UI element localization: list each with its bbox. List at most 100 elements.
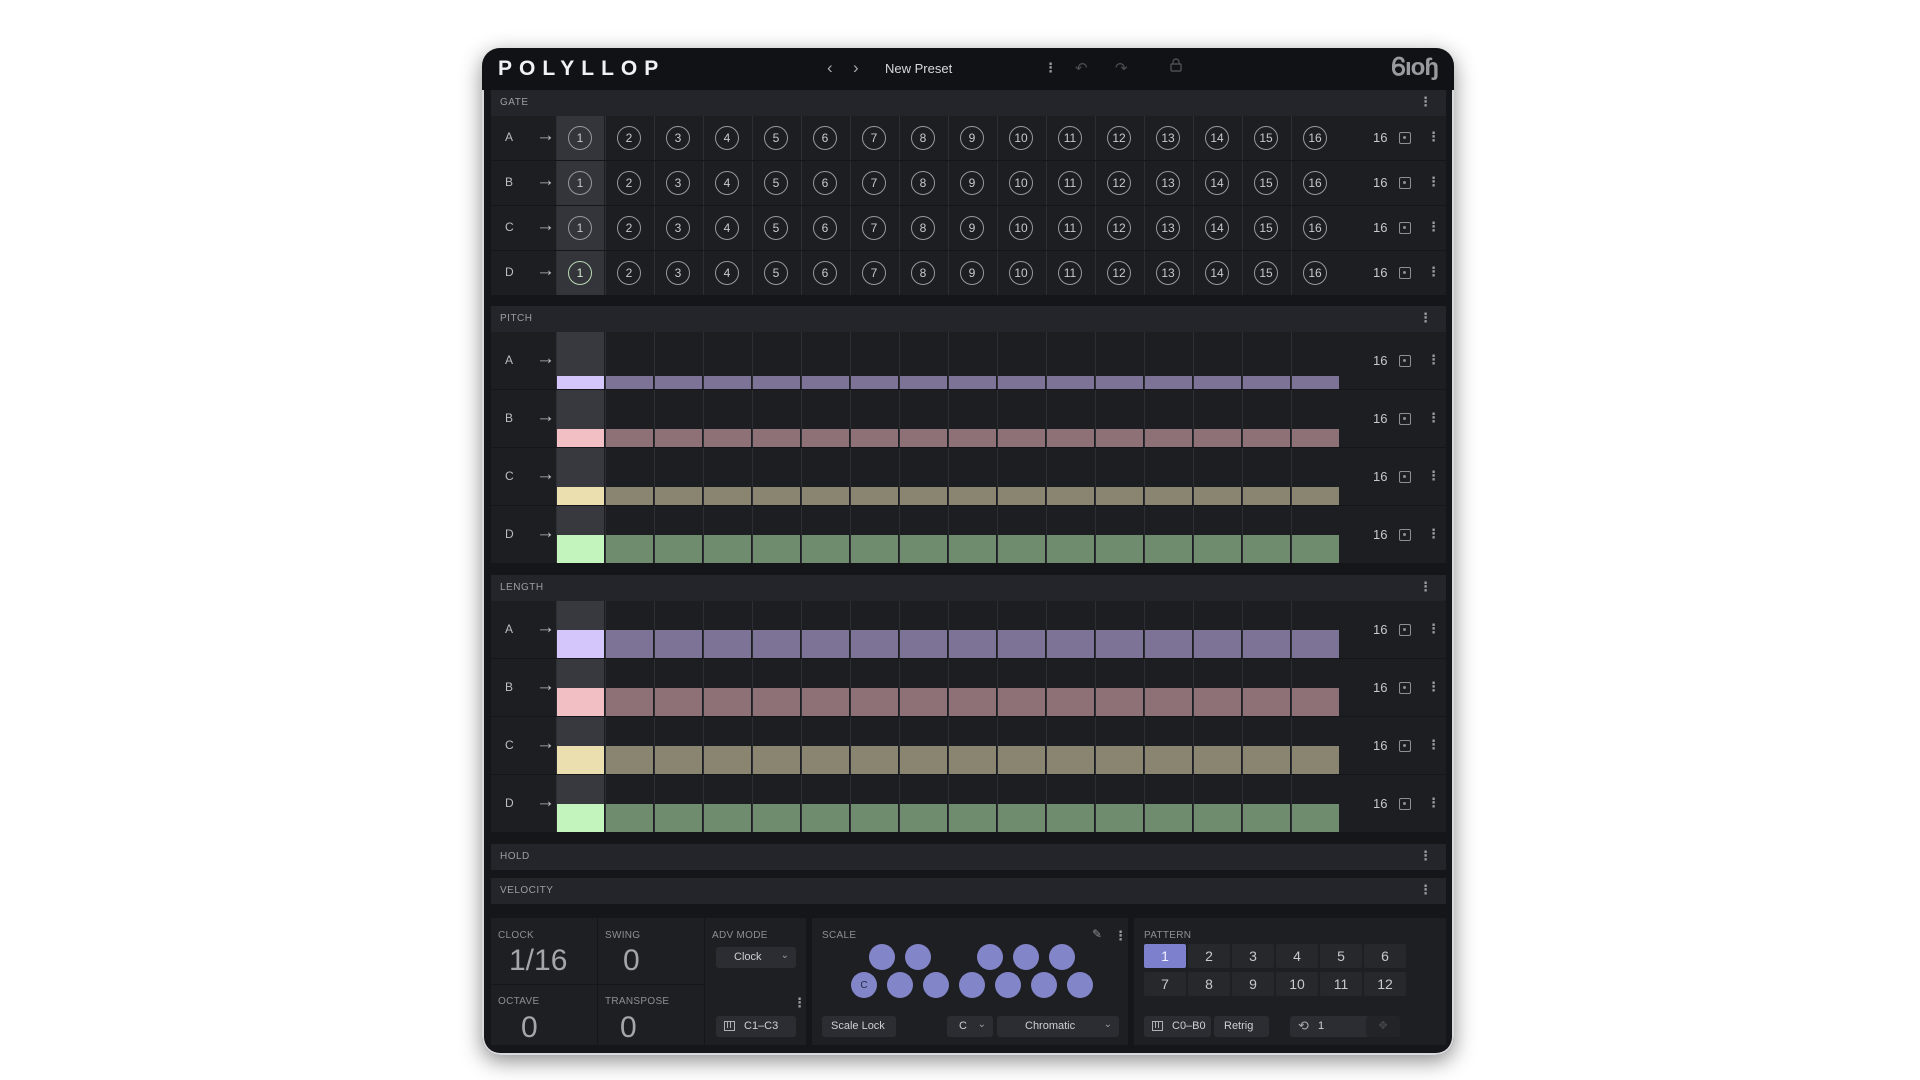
gate-step-button[interactable]: 3 <box>666 171 690 195</box>
transpose-value[interactable]: 0 <box>620 1011 637 1045</box>
pitch-step-cell[interactable] <box>1046 506 1094 563</box>
gate-step-cell[interactable]: 7 <box>850 206 898 250</box>
pitch-step-cell[interactable] <box>752 448 800 505</box>
gate-step-button[interactable]: 16 <box>1303 216 1327 240</box>
gate-step-cell[interactable]: 13 <box>1144 161 1192 205</box>
pitch-step-bar[interactable] <box>851 429 898 447</box>
length-step-bar[interactable] <box>753 630 800 658</box>
gate-step-button[interactable]: 5 <box>764 171 788 195</box>
length-step-cell[interactable] <box>556 775 604 832</box>
gate-step-cell[interactable]: 5 <box>752 161 800 205</box>
pitch-step-bar[interactable] <box>1096 535 1143 563</box>
gate-step-cell[interactable]: 12 <box>1095 206 1143 250</box>
pitch-step-cell[interactable] <box>899 506 947 563</box>
length-section-menu-icon[interactable]: ⋮ <box>1419 579 1432 595</box>
length-step-cell[interactable] <box>997 775 1045 832</box>
length-step-cell[interactable] <box>703 775 751 832</box>
gate-step-cell[interactable]: 3 <box>654 206 702 250</box>
gate-step-button[interactable]: 6 <box>813 261 837 285</box>
gate-step-cell[interactable]: 4 <box>703 251 751 295</box>
gate-step-cell[interactable]: 2 <box>605 116 653 160</box>
length-step-bar[interactable] <box>606 804 653 832</box>
length-row-menu-icon[interactable]: ⋮ <box>1427 795 1440 811</box>
pitch-step-bar[interactable] <box>1047 487 1094 505</box>
length-step-cell[interactable] <box>948 659 996 716</box>
pitch-step-bar[interactable] <box>753 429 800 447</box>
gate-step-cell[interactable]: 6 <box>801 161 849 205</box>
length-step-bar[interactable] <box>900 688 947 716</box>
scale-note-a-sharp[interactable] <box>1049 944 1075 970</box>
gate-step-button[interactable]: 2 <box>617 171 641 195</box>
pitch-step-bar[interactable] <box>1243 429 1290 447</box>
length-step-bar[interactable] <box>900 804 947 832</box>
gate-step-cell[interactable]: 1 <box>556 206 604 250</box>
pitch-step-cell[interactable] <box>752 332 800 389</box>
length-step-cell[interactable] <box>1291 775 1339 832</box>
gate-step-cell[interactable]: 2 <box>605 206 653 250</box>
pattern-button[interactable]: 12 <box>1364 972 1406 996</box>
gate-step-button[interactable]: 5 <box>764 126 788 150</box>
gate-step-cell[interactable]: 7 <box>850 116 898 160</box>
length-step-cell[interactable] <box>1144 601 1192 658</box>
direction-arrow-icon[interactable]: → <box>536 675 555 697</box>
length-step-bar[interactable] <box>1194 746 1241 774</box>
pattern-button[interactable]: 9 <box>1232 972 1274 996</box>
randomize-dice-icon[interactable] <box>1399 470 1411 483</box>
gate-step-button[interactable]: 8 <box>911 216 935 240</box>
pitch-step-bar[interactable] <box>851 487 898 505</box>
pattern-button[interactable]: 6 <box>1364 944 1406 968</box>
pitch-step-cell[interactable] <box>1144 332 1192 389</box>
length-step-bar[interactable] <box>655 630 702 658</box>
gate-step-cell[interactable]: 5 <box>752 251 800 295</box>
gate-row-menu-icon[interactable]: ⋮ <box>1427 219 1440 235</box>
gate-step-button[interactable]: 1 <box>568 171 592 195</box>
length-step-count[interactable]: 16 <box>1373 680 1387 695</box>
direction-arrow-icon[interactable]: → <box>536 617 555 639</box>
length-step-cell[interactable] <box>1095 717 1143 774</box>
gate-step-cell[interactable]: 11 <box>1046 161 1094 205</box>
pitch-step-bar[interactable] <box>1292 535 1339 563</box>
length-step-count[interactable]: 16 <box>1373 738 1387 753</box>
gate-row-menu-icon[interactable]: ⋮ <box>1427 174 1440 190</box>
length-step-cell[interactable] <box>1144 659 1192 716</box>
gate-step-cell[interactable]: 8 <box>899 116 947 160</box>
length-step-cell[interactable] <box>1144 717 1192 774</box>
gate-step-button[interactable]: 15 <box>1254 171 1278 195</box>
gate-step-button[interactable]: 10 <box>1009 216 1033 240</box>
pitch-step-cell[interactable] <box>997 390 1045 447</box>
pitch-step-bar[interactable] <box>900 376 947 389</box>
pitch-row-menu-icon[interactable]: ⋮ <box>1427 410 1440 426</box>
length-step-bar[interactable] <box>1047 630 1094 658</box>
length-step-count[interactable]: 16 <box>1373 796 1387 811</box>
length-step-cell[interactable] <box>997 601 1045 658</box>
length-step-cell[interactable] <box>1095 775 1143 832</box>
pitch-step-cell[interactable] <box>997 448 1045 505</box>
swing-value[interactable]: 0 <box>623 944 640 978</box>
pitch-step-bar[interactable] <box>753 487 800 505</box>
gate-step-cell[interactable]: 9 <box>948 206 996 250</box>
pitch-step-cell[interactable] <box>850 448 898 505</box>
gate-step-cell[interactable]: 12 <box>1095 251 1143 295</box>
gate-step-cell[interactable]: 10 <box>997 251 1045 295</box>
scale-lock-button[interactable]: Scale Lock <box>822 1016 896 1037</box>
pitch-step-bar[interactable] <box>1047 429 1094 447</box>
pattern-button[interactable]: 5 <box>1320 944 1362 968</box>
pitch-step-bar[interactable] <box>1096 376 1143 389</box>
gate-step-cell[interactable]: 14 <box>1193 161 1241 205</box>
scale-note-e[interactable] <box>923 972 949 998</box>
gate-step-button[interactable]: 5 <box>764 261 788 285</box>
gate-step-count[interactable]: 16 <box>1373 220 1387 235</box>
scale-note-c[interactable]: C <box>851 972 877 998</box>
length-step-cell[interactable] <box>556 601 604 658</box>
pitch-step-cell[interactable] <box>703 448 751 505</box>
length-step-bar[interactable] <box>557 630 604 658</box>
gate-step-button[interactable]: 3 <box>666 126 690 150</box>
length-step-bar[interactable] <box>851 804 898 832</box>
length-step-bar[interactable] <box>1145 804 1192 832</box>
length-step-bar[interactable] <box>1194 630 1241 658</box>
pitch-step-bar[interactable] <box>655 376 702 389</box>
length-step-bar[interactable] <box>851 630 898 658</box>
length-step-bar[interactable] <box>851 688 898 716</box>
pitch-step-cell[interactable] <box>1144 448 1192 505</box>
gate-step-button[interactable]: 7 <box>862 126 886 150</box>
